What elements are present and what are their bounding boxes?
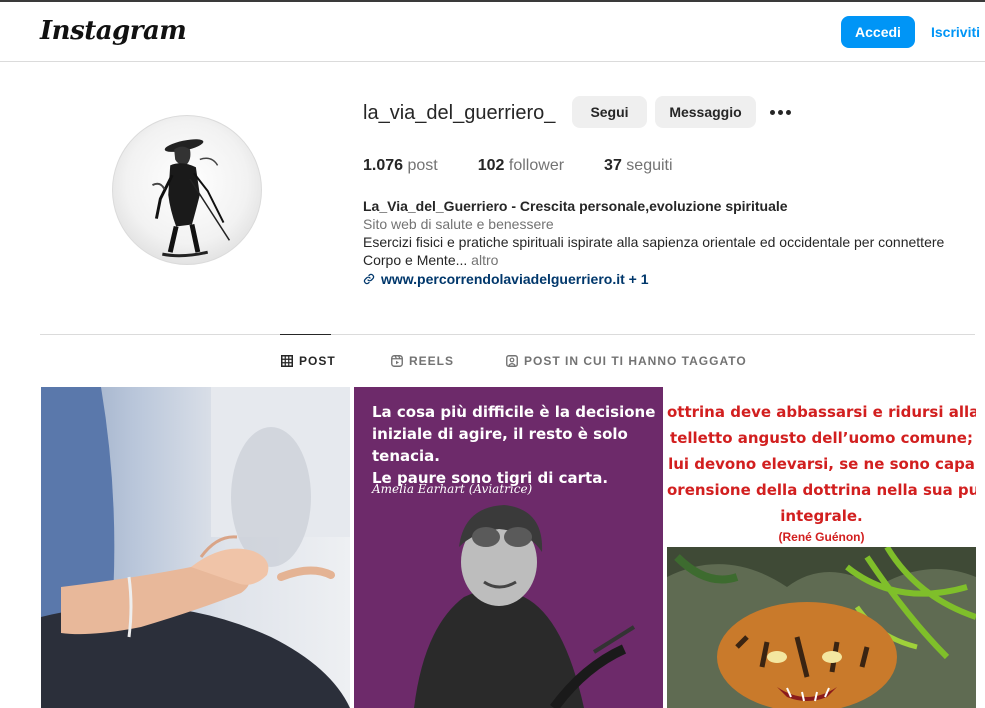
bio-category: Sito web di salute e benessere (363, 216, 554, 232)
tabs-divider (40, 334, 975, 335)
reels-icon (391, 355, 403, 367)
followers-count-label: follower (508, 157, 565, 174)
tiger-jungle-painting (667, 547, 976, 708)
bio-website-link[interactable]: www.percorrendolaviadelguerriero.it + 1 (363, 270, 963, 288)
aviator-portrait (414, 505, 636, 708)
instagram-logo[interactable]: Instagram (40, 16, 187, 46)
post-3-line-3: lui devono elevarsi, se ne sono capa (668, 455, 975, 473)
more-options-icon[interactable] (766, 98, 794, 126)
post-thumbnail-2[interactable]: La cosa più difficile è la decisione ini… (354, 387, 663, 708)
warrior-illustration (152, 139, 231, 258)
tab-posts[interactable]: POST (281, 354, 336, 368)
post-3-line-5: integrale. (780, 507, 863, 525)
profile-username: la_via_del_guerriero_ (363, 102, 556, 124)
message-button[interactable]: Messaggio (655, 96, 756, 128)
profile-avatar[interactable] (112, 115, 262, 265)
followers-count-value: 102 (477, 157, 505, 174)
post-3-line-4: orensione della dottrina nella sua pu (667, 481, 976, 499)
link-icon (363, 273, 375, 285)
following-count[interactable]: 37 seguiti (604, 157, 673, 175)
post-3-line-2: telletto angusto dell’uomo comune; (670, 429, 973, 447)
bio-full-name: La_Via_del_Guerriero - Crescita personal… (363, 198, 788, 214)
following-count-value: 37 (604, 157, 622, 174)
follow-button[interactable]: Segui (572, 96, 647, 128)
tab-reels[interactable]: REELS (391, 354, 454, 368)
tab-reels-label: REELS (409, 354, 455, 368)
active-tab-indicator (280, 334, 331, 335)
meditation-photo (41, 387, 350, 708)
tab-posts-label: POST (299, 354, 336, 368)
bio-more-link[interactable]: altro (471, 252, 498, 268)
post-3-author: (René Guénon) (778, 530, 865, 544)
following-count-label: seguiti (626, 157, 673, 174)
top-navbar: Instagram Accedi Iscriviti (0, 2, 985, 62)
posts-count-label: post (407, 157, 438, 174)
post-thumbnail-1[interactable] (41, 387, 350, 708)
profile-bio: La_Via_del_Guerriero - Crescita personal… (363, 197, 963, 288)
post-thumbnail-3[interactable]: ottrina deve abbassarsi e ridursi alla t… (667, 387, 976, 708)
bio-description: Esercizi fisici e pratiche spirituali is… (363, 233, 963, 269)
tab-tagged-label: POST IN CUI TI HANNO TAGGATO (524, 354, 747, 368)
tab-tagged[interactable]: POST IN CUI TI HANNO TAGGATO (506, 354, 747, 368)
bio-description-text: Esercizi fisici e pratiche spirituali is… (363, 234, 945, 268)
tagged-icon (506, 355, 518, 367)
grid-icon (281, 355, 293, 367)
post-3-line-1: ottrina deve abbassarsi e ridursi alla (667, 403, 976, 421)
posts-count: 1.076 post (363, 157, 438, 175)
bio-website-text: www.percorrendolaviadelguerriero.it + 1 (381, 271, 649, 287)
profile-stats: 1.076 post 102 follower 37 seguiti (363, 157, 713, 175)
login-button[interactable]: Accedi (841, 16, 915, 48)
signup-link[interactable]: Iscriviti (931, 24, 980, 40)
post-quote-text: ottrina deve abbassarsi e ridursi alla t… (667, 399, 976, 529)
posts-count-value: 1.076 (363, 157, 404, 174)
followers-count[interactable]: 102 follower (478, 157, 564, 175)
